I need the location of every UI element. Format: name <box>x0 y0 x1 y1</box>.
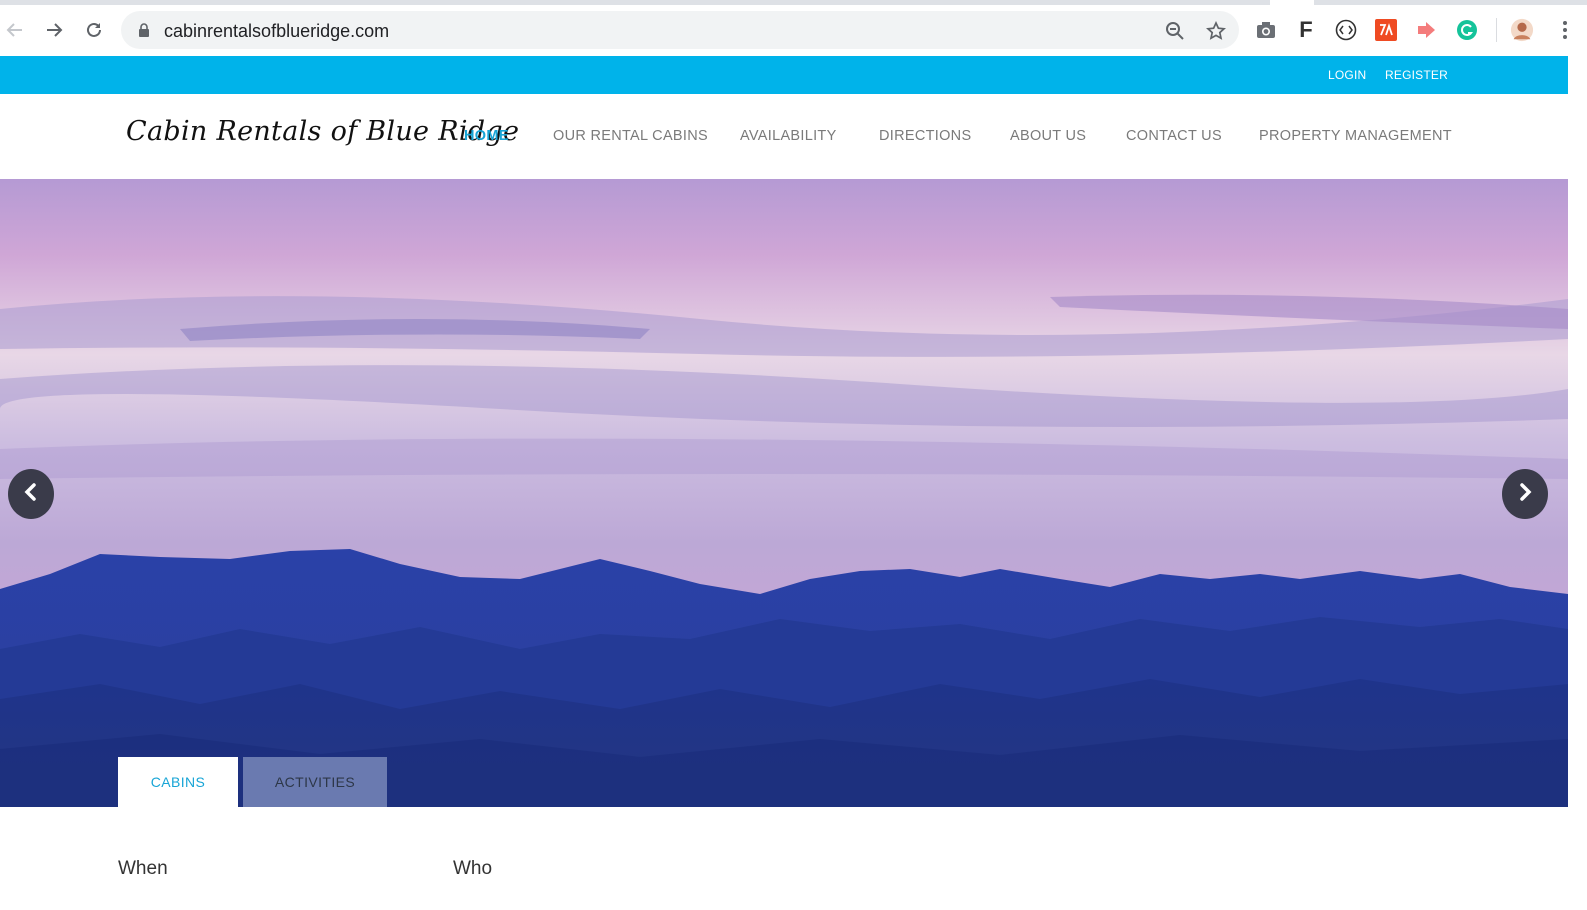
site-header: Cabin Rentals of Blue Ridge HOME OUR REN… <box>0 94 1568 179</box>
f-extension-icon[interactable]: F <box>1294 17 1318 42</box>
nav-about-us[interactable]: ABOUT US <box>1010 128 1086 144</box>
hero-mountain-image <box>0 179 1568 807</box>
hero-carousel: CABINS ACTIVITIES <box>0 179 1568 807</box>
nav-our-rental-cabins[interactable]: OUR RENTAL CABINS <box>553 128 708 144</box>
chevron-left-icon <box>24 482 38 506</box>
pdf-extension-icon[interactable] <box>1374 18 1398 42</box>
zoom-out-icon[interactable] <box>1164 20 1186 42</box>
scrollbar-gutter <box>1568 56 1587 910</box>
forward-arrow-icon[interactable] <box>40 16 68 44</box>
back-arrow-icon[interactable] <box>1 16 29 44</box>
tab-strip <box>0 0 1587 5</box>
tab-cabins[interactable]: CABINS <box>118 757 238 807</box>
register-link[interactable]: REGISTER <box>1385 68 1448 82</box>
nav-directions[interactable]: DIRECTIONS <box>879 128 971 144</box>
reload-icon[interactable] <box>80 16 108 44</box>
who-label: Who <box>453 858 493 879</box>
nav-property-management[interactable]: PROPERTY MANAGEMENT <box>1259 128 1452 144</box>
profile-avatar[interactable] <box>1510 18 1534 42</box>
carousel-prev-button[interactable] <box>8 469 54 519</box>
login-link[interactable]: LOGIN <box>1328 68 1366 82</box>
camera-icon[interactable] <box>1254 18 1278 42</box>
toolbar-divider <box>1496 18 1497 42</box>
grammarly-icon[interactable] <box>1455 18 1479 42</box>
when-label: When <box>118 858 168 879</box>
nav-contact-us[interactable]: CONTACT US <box>1126 128 1222 144</box>
tab-activities[interactable]: ACTIVITIES <box>243 757 387 807</box>
nav-home[interactable]: HOME <box>464 128 509 144</box>
share-extension-icon[interactable] <box>1414 18 1438 42</box>
star-icon[interactable] <box>1205 20 1227 42</box>
address-bar[interactable]: cabinrentalsofblueridge.com <box>121 11 1239 49</box>
carousel-next-button[interactable] <box>1502 469 1548 519</box>
utility-bar: LOGIN REGISTER <box>0 56 1568 94</box>
url-text: cabinrentalsofblueridge.com <box>164 21 390 41</box>
menu-dots-icon[interactable] <box>1553 18 1577 42</box>
site-logo[interactable]: Cabin Rentals of Blue Ridge <box>126 116 519 147</box>
code-extension-icon[interactable] <box>1334 18 1358 42</box>
chevron-right-icon <box>1518 482 1532 506</box>
lock-icon <box>138 23 150 42</box>
browser-toolbar: cabinrentalsofblueridge.com F <box>0 0 1587 56</box>
nav-availability[interactable]: AVAILABILITY <box>740 128 837 144</box>
